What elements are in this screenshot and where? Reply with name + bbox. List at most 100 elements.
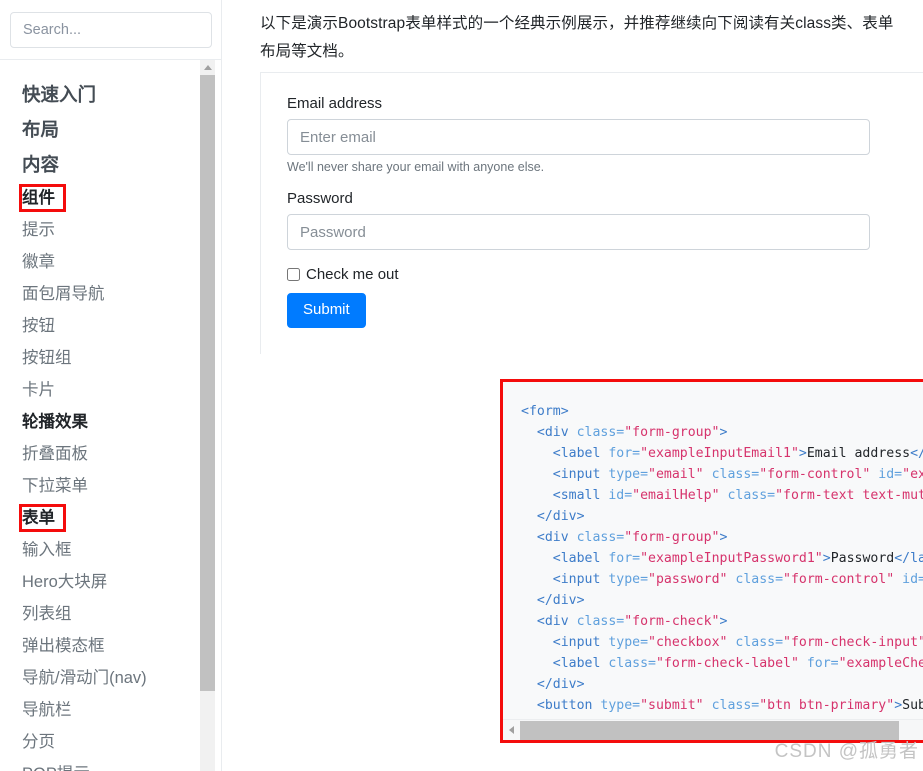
sidebar-item-3[interactable]: 组件 xyxy=(0,183,205,214)
code-token: "exampleCheck1" xyxy=(838,656,923,671)
code-snippet-text: <form> <div class="form-group"> <label f… xyxy=(503,382,923,719)
sidebar-item-label: 徽章 xyxy=(22,253,55,271)
code-token: for= xyxy=(608,446,641,461)
sidebar-item-label: 按钮 xyxy=(22,317,55,335)
sidebar-item-label: 面包屑导航 xyxy=(22,285,105,303)
sidebar-scrollbar-thumb[interactable] xyxy=(200,75,215,691)
code-token: <label xyxy=(521,656,609,671)
code-token: id= xyxy=(894,572,923,587)
sidebar-item-label: 表单 xyxy=(22,509,55,527)
sidebar-item-5[interactable]: 徽章 xyxy=(0,247,205,278)
sidebar-item-17[interactable]: 弹出模态框 xyxy=(0,631,205,662)
code-token: type= xyxy=(600,698,641,713)
email-label: Email address xyxy=(287,95,383,112)
code-token: "emailHelp" xyxy=(632,488,720,503)
code-token: "form-check" xyxy=(624,614,720,629)
sidebar-item-label: 组件 xyxy=(22,189,55,207)
code-token: <div xyxy=(521,614,577,629)
sidebar-item-label: 下拉菜单 xyxy=(22,477,88,495)
sidebar-item-label: Hero大块屏 xyxy=(22,573,108,591)
check-me-out-label: Check me out xyxy=(306,266,399,283)
code-token: </label> xyxy=(910,446,923,461)
sidebar-item-label: 弹出模态框 xyxy=(22,637,105,655)
code-token: </div> xyxy=(521,677,585,692)
code-token: > xyxy=(719,425,728,440)
code-token: <input xyxy=(521,635,609,650)
check-me-out-checkbox[interactable] xyxy=(287,268,300,281)
sidebar-item-12[interactable]: 下拉菜单 xyxy=(0,471,205,502)
sidebar-item-label: 折叠面板 xyxy=(22,445,88,463)
code-token: for= xyxy=(798,656,839,671)
code-token: class= xyxy=(576,614,625,629)
code-token: "form-check-input" xyxy=(783,635,923,650)
code-token: <input xyxy=(521,467,609,482)
code-token: > xyxy=(719,530,728,545)
code-token: "form-control" xyxy=(759,467,871,482)
code-token: "form-control" xyxy=(783,572,895,587)
code-token: class= xyxy=(727,572,784,587)
sidebar-item-label: 导航栏 xyxy=(22,701,72,719)
code-token: > xyxy=(798,446,807,461)
search-input[interactable] xyxy=(10,12,212,48)
code-token: <label xyxy=(521,446,609,461)
code-token: "exampleInputEmail1" xyxy=(902,467,923,482)
sidebar-item-8[interactable]: 按钮组 xyxy=(0,343,205,374)
sidebar-item-9[interactable]: 卡片 xyxy=(0,375,205,406)
submit-button[interactable]: Submit xyxy=(287,293,366,328)
code-token: type= xyxy=(608,635,649,650)
sidebar-item-20[interactable]: 分页 xyxy=(0,727,205,758)
code-token: type= xyxy=(608,572,649,587)
sidebar-scrollbar[interactable] xyxy=(200,60,215,771)
code-token: > xyxy=(894,698,903,713)
sidebar-item-label: 提示 xyxy=(22,221,55,239)
sidebar-item-0[interactable]: 快速入门 xyxy=(0,78,205,112)
email-help-text: We'll never share your email with anyone… xyxy=(287,160,545,174)
sidebar-item-1[interactable]: 布局 xyxy=(0,113,205,147)
password-label: Password xyxy=(287,190,353,207)
sidebar-item-label: 快速入门 xyxy=(22,84,97,105)
sidebar-item-label: 布局 xyxy=(22,119,60,140)
sidebar-item-10[interactable]: 轮播效果 xyxy=(0,407,205,438)
sidebar-item-2[interactable]: 内容 xyxy=(0,148,205,182)
sidebar-item-18[interactable]: 导航/滑动门(nav) xyxy=(0,663,205,694)
email-field[interactable] xyxy=(287,119,870,155)
sidebar-item-19[interactable]: 导航栏 xyxy=(0,695,205,726)
code-token: <small xyxy=(521,488,609,503)
code-token: class= xyxy=(703,698,760,713)
sidebar-item-21[interactable]: POP提示 xyxy=(0,759,205,771)
sidebar-scroll-area: 快速入门布局内容组件提示徽章面包屑导航按钮按钮组卡片轮播效果折叠面板下拉菜单表单… xyxy=(0,60,222,771)
sidebar-item-label: 轮播效果 xyxy=(22,413,88,431)
sidebar-item-6[interactable]: 面包屑导航 xyxy=(0,279,205,310)
code-token: class= xyxy=(719,488,776,503)
code-token: > xyxy=(719,614,728,629)
sidebar-nav-list: 快速入门布局内容组件提示徽章面包屑导航按钮按钮组卡片轮播效果折叠面板下拉菜单表单… xyxy=(0,60,205,771)
sidebar-item-15[interactable]: Hero大块屏 xyxy=(0,567,205,598)
scroll-up-arrow-icon[interactable] xyxy=(200,60,215,74)
password-field[interactable] xyxy=(287,214,870,250)
sidebar-item-7[interactable]: 按钮 xyxy=(0,311,205,342)
code-token: "exampleInputPassword1" xyxy=(640,551,823,566)
sidebar-item-11[interactable]: 折叠面板 xyxy=(0,439,205,470)
sidebar-item-label: 分页 xyxy=(22,733,55,751)
code-token: </div> xyxy=(521,509,585,524)
code-scroll-viewport[interactable]: <form> <div class="form-group"> <label f… xyxy=(503,382,923,719)
search-container xyxy=(0,0,221,59)
sidebar-item-4[interactable]: 提示 xyxy=(0,215,205,246)
watermark-text: CSDN @孤勇者 xyxy=(774,741,919,762)
code-token: "password" xyxy=(648,572,728,587)
code-token: </label> xyxy=(894,551,923,566)
sidebar-item-13[interactable]: 表单 xyxy=(0,503,205,534)
code-token: <div xyxy=(521,530,577,545)
code-token: for= xyxy=(608,551,641,566)
form-group-password: Password xyxy=(287,190,923,250)
code-token: "form-check-label" xyxy=(655,656,799,671)
code-token: <button xyxy=(521,698,601,713)
sidebar-item-14[interactable]: 输入框 xyxy=(0,535,205,566)
code-token: class= xyxy=(576,530,625,545)
sidebar-item-label: 内容 xyxy=(22,154,60,175)
code-token: class= xyxy=(727,635,784,650)
scroll-left-arrow-icon[interactable] xyxy=(503,720,520,740)
code-token: class= xyxy=(703,467,760,482)
sidebar-item-label: 按钮组 xyxy=(22,349,72,367)
sidebar-item-16[interactable]: 列表组 xyxy=(0,599,205,630)
